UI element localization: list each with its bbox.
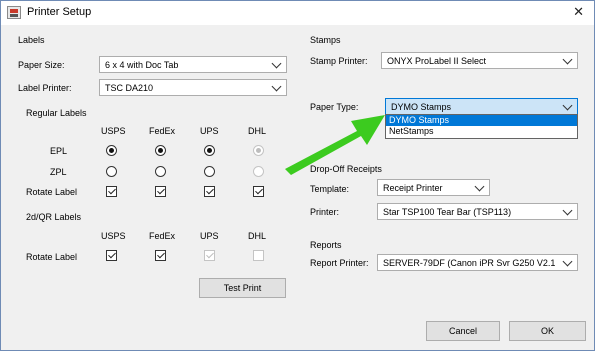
twod-rotate-usps-checkbox[interactable] — [106, 250, 117, 261]
twod-carrier-usps: USPS — [101, 231, 126, 241]
chevron-down-icon — [562, 54, 573, 65]
twod-rotate-fedex-checkbox[interactable] — [155, 250, 166, 261]
chevron-down-icon — [562, 256, 573, 267]
regular-carrier-usps: USPS — [101, 126, 126, 136]
zpl-dhl-radio[interactable] — [253, 166, 264, 177]
paper-size-select[interactable]: 6 x 4 with Doc Tab — [99, 56, 287, 73]
twod-carrier-dhl: DHL — [248, 231, 267, 241]
zpl-usps-radio[interactable] — [106, 166, 117, 177]
cancel-button[interactable]: Cancel — [426, 321, 500, 341]
dropoff-printer-label: Printer: — [310, 207, 340, 217]
stamp-printer-label: Stamp Printer: — [310, 56, 368, 66]
paper-type-value: DYMO Stamps — [391, 102, 452, 112]
regular-carrier-ups: UPS — [200, 126, 219, 136]
rotate-label-2d-label: Rotate Label — [26, 252, 78, 262]
label-printer-label: Label Printer: — [18, 83, 72, 93]
template-label: Template: — [310, 184, 350, 194]
report-printer-select[interactable]: SERVER-79DF (Canon iPR Svr G250 V2.1 — [377, 254, 578, 271]
epl-label: EPL — [50, 146, 68, 156]
stamps-section-title: Stamps — [310, 35, 341, 45]
regular-carrier-fedex: FedEx — [149, 126, 176, 136]
epl-ups-radio[interactable] — [204, 145, 215, 156]
ok-button[interactable]: OK — [509, 321, 586, 341]
label-printer-value: TSC DA210 — [105, 83, 154, 93]
title-bar: Printer Setup ✕ — [1, 1, 594, 25]
epl-dhl-radio[interactable] — [253, 145, 264, 156]
printer-app-icon — [7, 6, 21, 19]
twod-carrier-fedex: FedEx — [149, 231, 176, 241]
regular-carrier-dhl: DHL — [248, 126, 267, 136]
template-select[interactable]: Receipt Printer — [377, 179, 490, 196]
reports-section-title: Reports — [310, 240, 342, 250]
dropoff-printer-select[interactable]: Star TSP100 Tear Bar (TSP113) — [377, 203, 578, 220]
zpl-fedex-radio[interactable] — [155, 166, 166, 177]
rotate-dhl-checkbox[interactable] — [253, 186, 264, 197]
epl-usps-radio[interactable] — [106, 145, 117, 156]
template-value: Receipt Printer — [383, 183, 443, 193]
printer-setup-dialog: Printer Setup ✕ Labels Paper Size: 6 x 4… — [0, 0, 595, 351]
rotate-usps-checkbox[interactable] — [106, 186, 117, 197]
stamp-printer-select[interactable]: ONYX ProLabel II Select — [381, 52, 578, 69]
chevron-down-icon — [562, 205, 573, 216]
paper-type-select[interactable]: DYMO Stamps — [385, 98, 578, 115]
labels-section-title: Labels — [18, 35, 45, 45]
test-print-button[interactable]: Test Print — [199, 278, 286, 298]
rotate-fedex-checkbox[interactable] — [155, 186, 166, 197]
chevron-down-icon — [271, 81, 282, 92]
rotate-label-regular-label: Rotate Label — [26, 187, 78, 197]
regular-labels-title: Regular Labels — [26, 108, 87, 118]
epl-fedex-radio[interactable] — [155, 145, 166, 156]
window-title: Printer Setup — [27, 6, 92, 18]
twod-rotate-ups-checkbox[interactable] — [204, 250, 215, 261]
paper-size-value: 6 x 4 with Doc Tab — [105, 60, 179, 70]
rotate-ups-checkbox[interactable] — [204, 186, 215, 197]
stamp-printer-value: ONYX ProLabel II Select — [387, 56, 487, 66]
paper-type-option-dymo[interactable]: DYMO Stamps — [386, 115, 577, 126]
paper-type-dropdown-list: DYMO Stamps NetStamps — [385, 114, 578, 139]
close-icon[interactable]: ✕ — [573, 4, 584, 20]
paper-size-label: Paper Size: — [18, 60, 65, 70]
twod-carrier-ups: UPS — [200, 231, 219, 241]
report-printer-label: Report Printer: — [310, 258, 369, 268]
chevron-down-icon — [271, 58, 282, 69]
annotation-arrow-icon — [285, 115, 385, 175]
dropoff-printer-value: Star TSP100 Tear Bar (TSP113) — [383, 207, 512, 217]
twod-rotate-dhl-checkbox[interactable] — [253, 250, 264, 261]
chevron-down-icon — [474, 181, 485, 192]
zpl-ups-radio[interactable] — [204, 166, 215, 177]
paper-type-option-netstamps[interactable]: NetStamps — [386, 126, 577, 137]
report-printer-value: SERVER-79DF (Canon iPR Svr G250 V2.1 — [383, 258, 556, 268]
zpl-label: ZPL — [50, 167, 67, 177]
label-printer-select[interactable]: TSC DA210 — [99, 79, 287, 96]
chevron-down-icon — [562, 100, 573, 111]
twod-labels-title: 2d/QR Labels — [26, 212, 82, 222]
